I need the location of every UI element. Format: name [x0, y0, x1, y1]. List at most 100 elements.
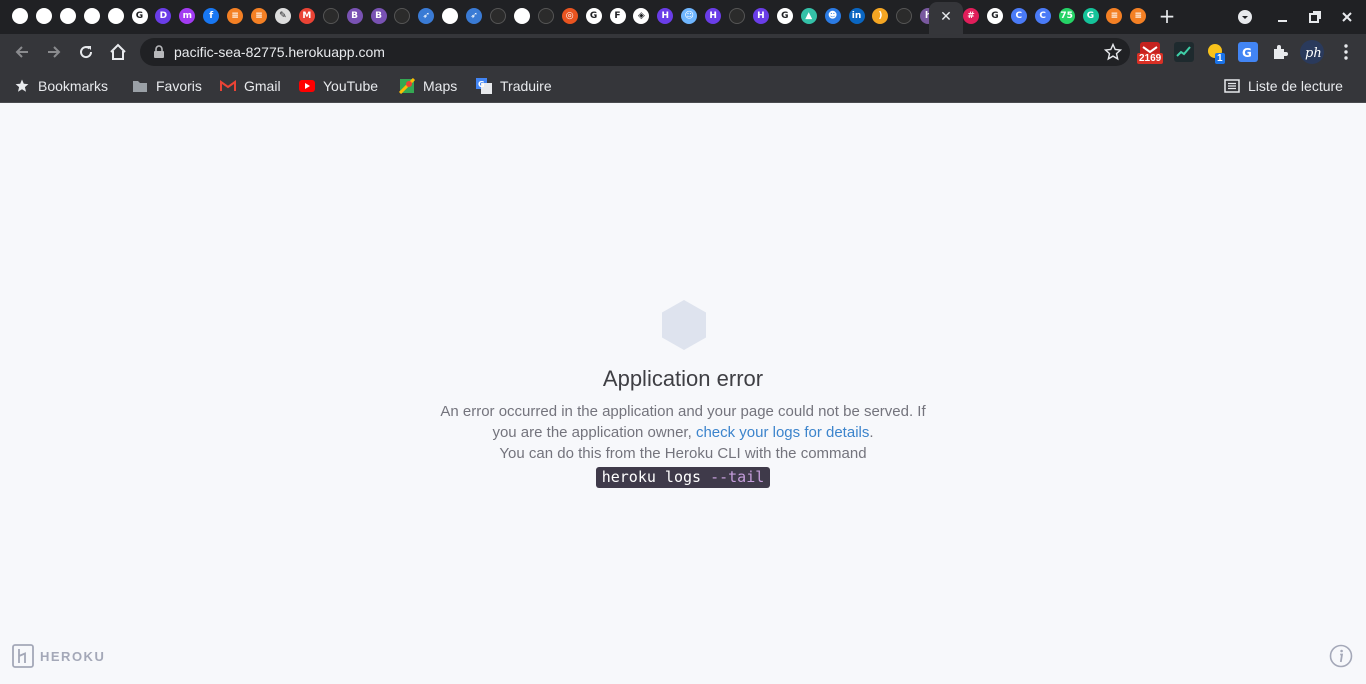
- url-text: pacific-sea-82775.herokuapp.com: [174, 44, 385, 60]
- svg-text:ph: ph: [1305, 46, 1322, 61]
- github-icon[interactable]: [394, 8, 411, 24]
- active-tab[interactable]: ✕: [929, 2, 963, 34]
- page-content: Application error An error occurred in t…: [0, 104, 1366, 684]
- tab-strip: GDmf≡≡✎MBB➶➶◎GF◈H☺HHG▲☻in)h ✕ #GCC75G≡≡ …: [0, 0, 1366, 34]
- extensions-button[interactable]: [1270, 42, 1290, 62]
- profile-avatar[interactable]: ph: [1300, 40, 1324, 64]
- browser-toolbar: pacific-sea-82775.herokuapp.com 2169 1 G…: [0, 34, 1366, 70]
- bookmark-gmail[interactable]: Gmail: [220, 76, 281, 96]
- d-app-icon[interactable]: D: [155, 8, 172, 24]
- minimize-icon: [1278, 20, 1287, 22]
- maps-icon: [399, 78, 415, 94]
- home-icon: [110, 43, 126, 60]
- hackerrank-icon[interactable]: H: [752, 8, 769, 24]
- heroku-wordmark: HEROKU: [40, 648, 106, 664]
- github-icon[interactable]: [729, 8, 745, 24]
- home-button[interactable]: [106, 40, 130, 64]
- google-icon[interactable]: G: [776, 8, 793, 24]
- restore-button[interactable]: [1304, 6, 1326, 28]
- page-title: Application error: [602, 366, 764, 391]
- c-icon[interactable]: C: [1010, 8, 1027, 24]
- bookmark-favoris[interactable]: Favoris: [132, 76, 202, 96]
- rocket-icon[interactable]: ➶: [466, 8, 483, 24]
- heroku-icon: [12, 644, 34, 668]
- mountain-icon[interactable]: ▲: [800, 8, 817, 24]
- hexagon-icon: [662, 300, 706, 350]
- robot-icon[interactable]: ☺: [681, 8, 698, 24]
- new-tab-button[interactable]: +: [1157, 6, 1177, 26]
- bookmark-label: Gmail: [244, 78, 281, 94]
- bookmark-bookmarks[interactable]: Bookmarks: [14, 76, 108, 96]
- gmail-icon[interactable]: M: [298, 8, 315, 24]
- bookmark-traduire[interactable]: G Traduire: [476, 76, 552, 96]
- messenger-icon[interactable]: m: [179, 8, 196, 24]
- heroku-logo[interactable]: HEROKU: [12, 644, 105, 668]
- github-icon[interactable]: [322, 8, 339, 24]
- hackerrank-icon[interactable]: H: [705, 8, 722, 24]
- facebook-icon[interactable]: f: [203, 8, 220, 24]
- bookmark-label: Favoris: [156, 78, 202, 94]
- address-bar[interactable]: pacific-sea-82775.herokuapp.com: [140, 38, 1130, 66]
- github-icon[interactable]: [490, 8, 506, 24]
- globe-icon[interactable]: [107, 8, 124, 24]
- close-icon: [1342, 12, 1352, 22]
- robot-icon[interactable]: ☻: [824, 8, 841, 24]
- banana-icon[interactable]: ): [872, 8, 889, 24]
- info-icon[interactable]: [1329, 644, 1353, 668]
- translate-icon: G: [1242, 46, 1252, 60]
- mail-count-badge: 2169: [1137, 53, 1164, 64]
- c-icon[interactable]: C: [1034, 8, 1051, 24]
- arrow-right-icon: [48, 46, 61, 58]
- google-translate-extension[interactable]: G: [1238, 42, 1258, 62]
- globe-icon[interactable]: [513, 8, 530, 24]
- close-tab-icon[interactable]: ✕: [937, 8, 955, 26]
- bookmark-label: Maps: [423, 78, 458, 94]
- bookmark-youtube[interactable]: YouTube: [299, 76, 378, 96]
- stackoverflow-icon[interactable]: ≡: [251, 8, 267, 24]
- slack-icon[interactable]: #: [963, 8, 979, 24]
- reload-button[interactable]: [74, 40, 98, 64]
- monitor-extension[interactable]: [1174, 42, 1194, 62]
- reading-list-button[interactable]: Liste de lecture: [1224, 76, 1343, 96]
- globe-icon[interactable]: [35, 8, 52, 24]
- bookmark-maps[interactable]: Maps: [399, 76, 457, 96]
- hackerrank-icon[interactable]: H: [657, 8, 674, 24]
- f-icon[interactable]: F: [609, 8, 626, 24]
- browser-menu-button[interactable]: [1336, 42, 1356, 62]
- globe-icon[interactable]: [59, 8, 76, 24]
- stackoverflow-icon[interactable]: ≡: [1130, 8, 1147, 24]
- google-icon[interactable]: G: [986, 8, 1003, 24]
- github-icon[interactable]: [896, 8, 913, 24]
- reading-list-icon: [1224, 78, 1240, 94]
- bootstrap-icon[interactable]: B: [346, 8, 363, 24]
- arrow-left-icon: [15, 46, 28, 58]
- whatsapp-icon[interactable]: 75: [1058, 8, 1075, 24]
- globe-icon[interactable]: [442, 8, 459, 24]
- logs-link[interactable]: check your logs for details: [696, 424, 869, 441]
- translate-icon: G: [476, 78, 492, 94]
- forward-button[interactable]: [42, 40, 66, 64]
- sun-extension[interactable]: 1: [1206, 42, 1226, 64]
- mail-checker-extension[interactable]: 2169: [1137, 42, 1164, 64]
- ubuntu-icon[interactable]: ◎: [561, 8, 578, 24]
- stackoverflow-icon[interactable]: ≡: [1106, 8, 1123, 24]
- bookmark-star-icon[interactable]: [1104, 43, 1122, 61]
- linkedin-icon[interactable]: in: [848, 8, 865, 24]
- more-vertical-icon: [1344, 44, 1348, 60]
- bootstrap-icon[interactable]: B: [370, 8, 387, 24]
- github-icon[interactable]: [537, 8, 554, 24]
- google-icon[interactable]: G: [131, 8, 148, 24]
- globe-icon[interactable]: [83, 8, 100, 24]
- rocket-icon[interactable]: ➶: [418, 8, 435, 24]
- google-icon[interactable]: G: [585, 8, 602, 24]
- close-window-button[interactable]: [1336, 6, 1358, 28]
- back-button[interactable]: [10, 40, 34, 64]
- minimize-button[interactable]: [1272, 6, 1294, 28]
- codepen-icon[interactable]: ◈: [633, 8, 650, 24]
- globe-icon[interactable]: [12, 8, 28, 24]
- grammarly-icon[interactable]: G: [1082, 8, 1099, 24]
- tab-search-button[interactable]: [1234, 6, 1256, 28]
- pen-icon[interactable]: ✎: [274, 8, 291, 24]
- command-text: heroku logs: [601, 468, 711, 486]
- stackoverflow-icon[interactable]: ≡: [227, 8, 244, 24]
